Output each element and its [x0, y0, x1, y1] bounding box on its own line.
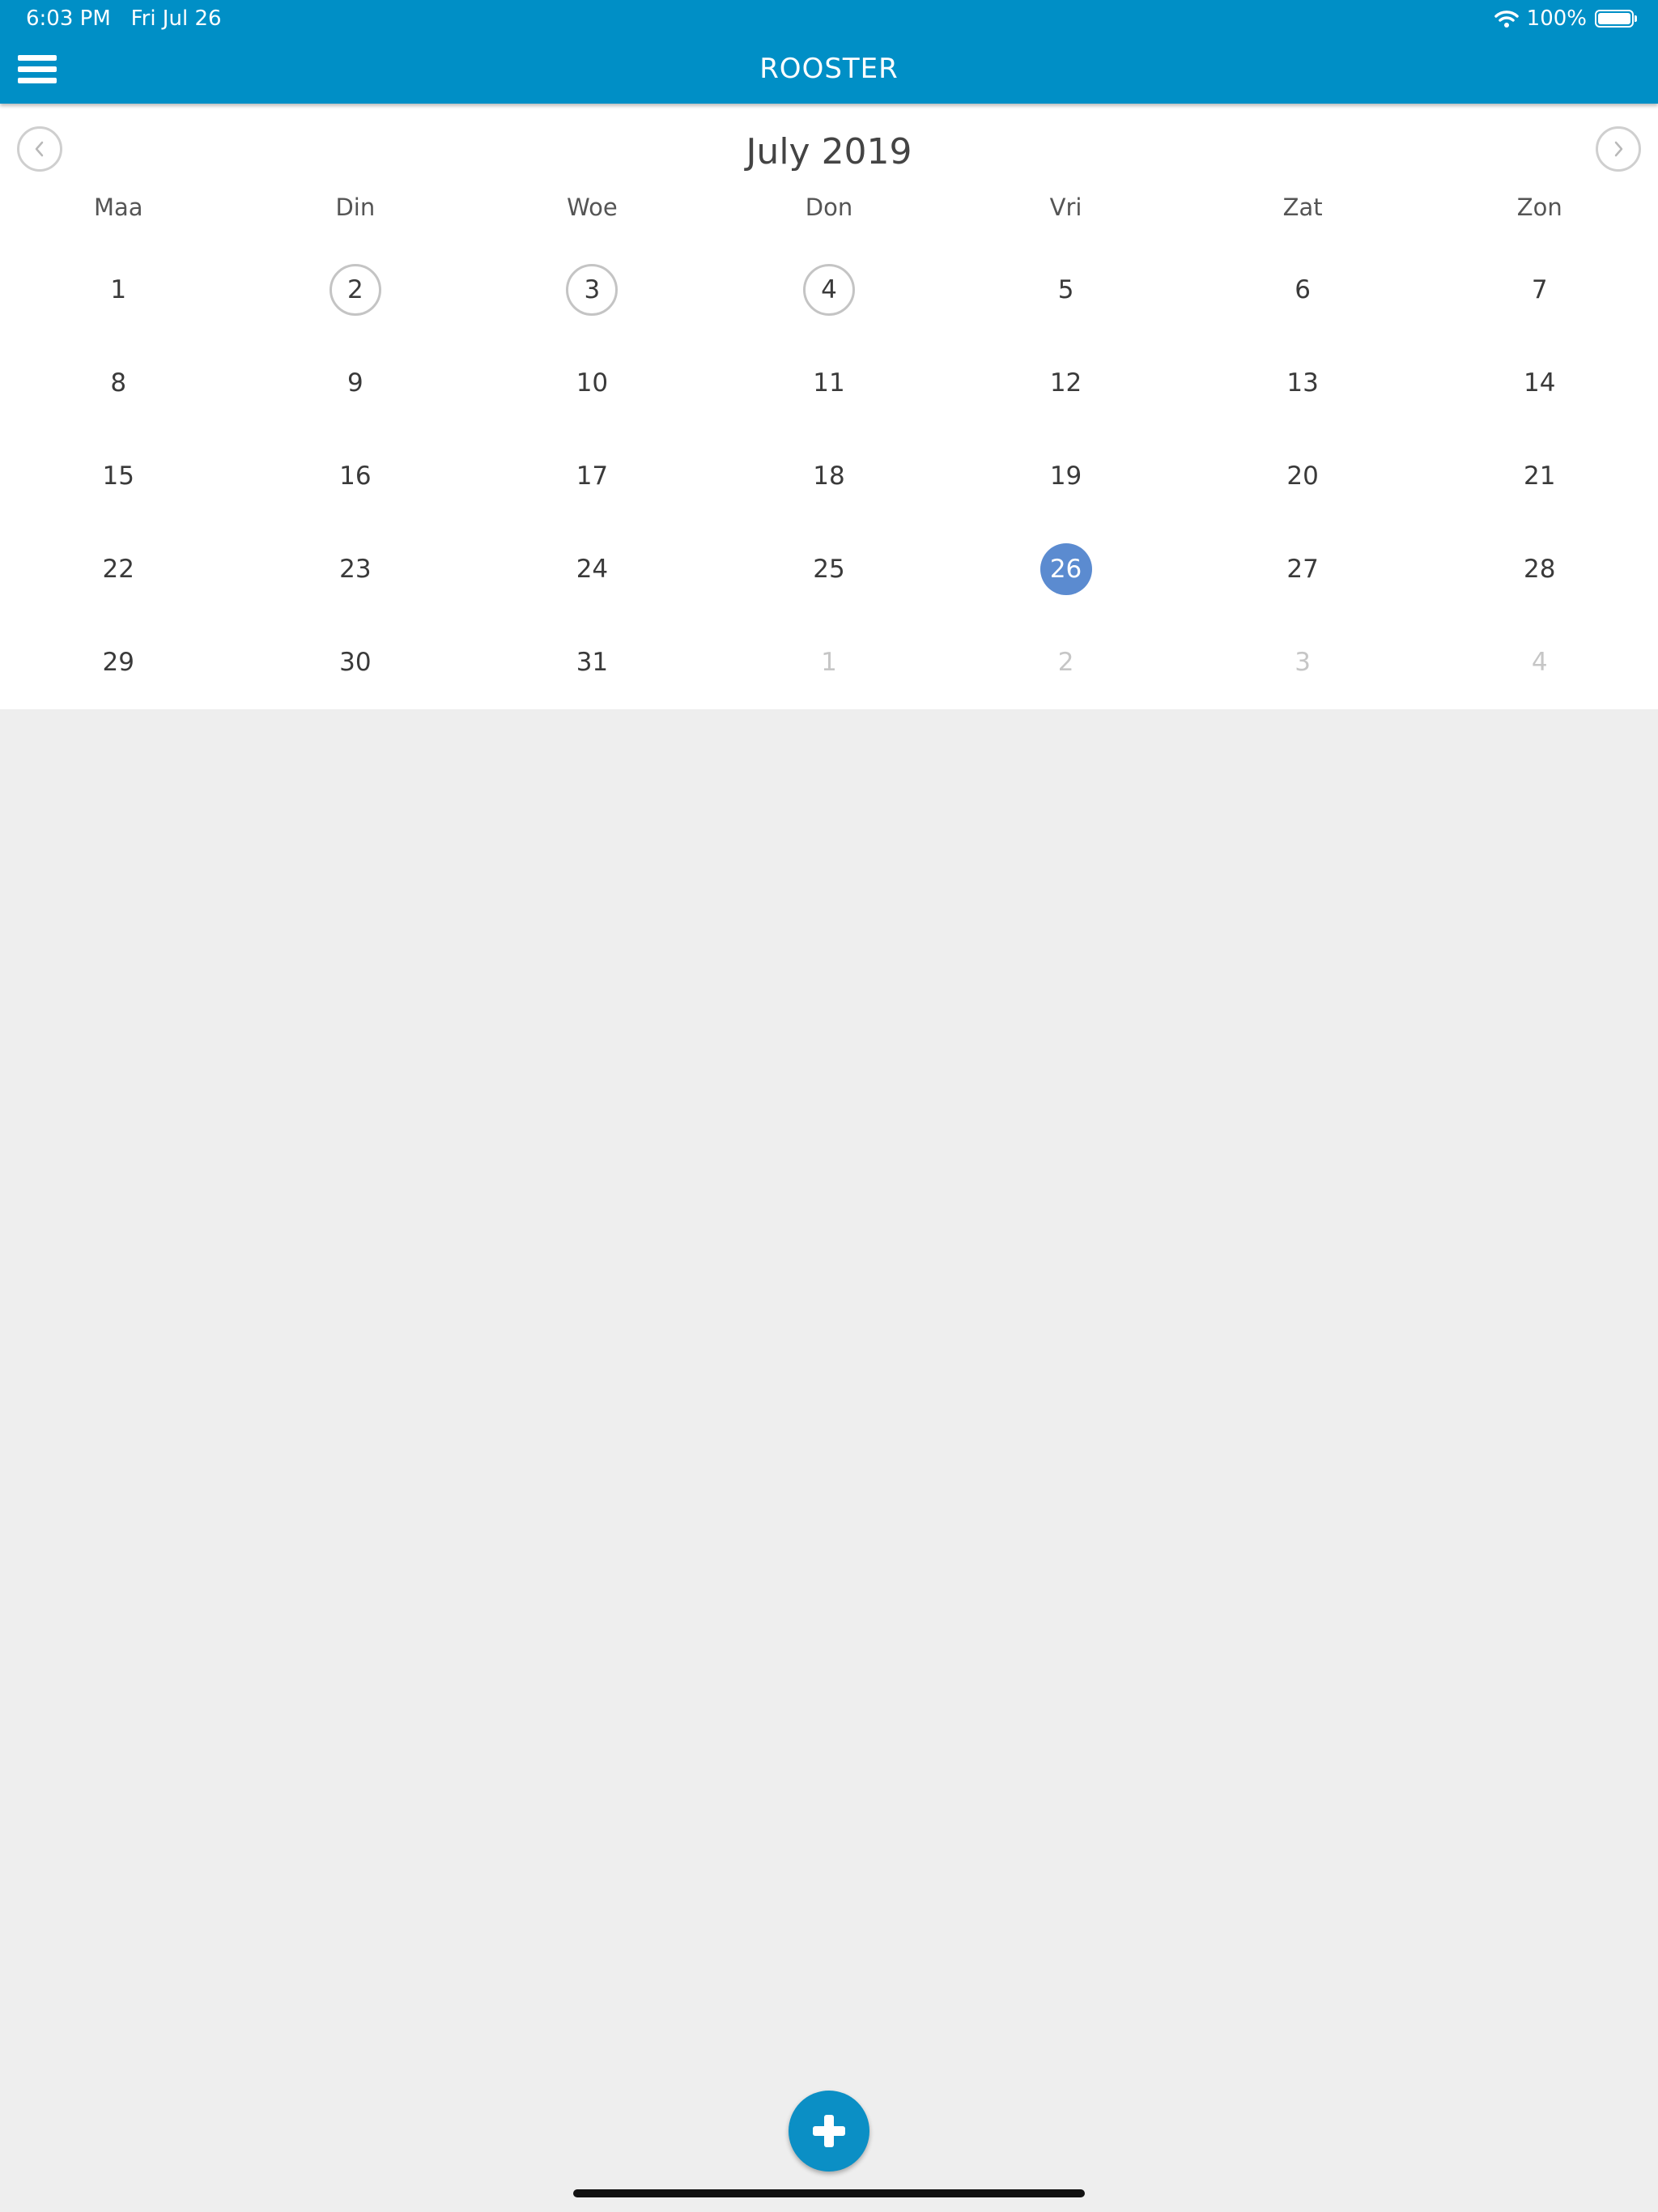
calendar-day-cell[interactable]: 27 — [1184, 522, 1422, 615]
calendar-day-cell[interactable]: 15 — [0, 429, 237, 522]
weekday-label: Vri — [1049, 194, 1082, 221]
calendar-day-cell[interactable]: 23 — [237, 522, 474, 615]
marked-day: 4 — [802, 263, 855, 316]
day-number: 19 — [1049, 461, 1082, 491]
calendar-day-cell[interactable]: 26 — [947, 522, 1184, 615]
selected-day: 26 — [1039, 542, 1092, 595]
calendar-day-cell[interactable]: 19 — [947, 429, 1184, 522]
calendar-day-cell[interactable]: 12 — [947, 336, 1184, 429]
calendar-day-cell[interactable]: 11 — [711, 336, 948, 429]
status-time: 6:03 PM — [26, 6, 111, 31]
calendar-day-cell[interactable]: 7 — [1421, 243, 1658, 336]
calendar-day-cell[interactable]: 20 — [1184, 429, 1422, 522]
calendar-day-cell[interactable]: 21 — [1421, 429, 1658, 522]
calendar-day-cell[interactable]: 24 — [474, 522, 711, 615]
calendar-day-cell[interactable]: 2 — [237, 243, 474, 336]
calendar-day-cell[interactable]: 4 — [1421, 615, 1658, 708]
page-title: ROOSTER — [759, 53, 899, 85]
weekday-label: Maa — [93, 194, 143, 221]
calendar-day-cell[interactable]: 4 — [711, 243, 948, 336]
weekday-label: Zon — [1516, 194, 1562, 221]
day-number: 3 — [1295, 647, 1311, 677]
day-number: 16 — [339, 461, 372, 491]
calendar-day-cell[interactable]: 14 — [1421, 336, 1658, 429]
calendar-day-cell[interactable]: 1 — [711, 615, 948, 708]
wifi-icon — [1494, 11, 1519, 28]
calendar-day-cell[interactable]: 8 — [0, 336, 237, 429]
calendar-day-cell[interactable]: 10 — [474, 336, 711, 429]
calendar-day-cell[interactable]: 3 — [1184, 615, 1422, 708]
day-number: 11 — [813, 368, 845, 398]
day-number: 15 — [102, 461, 134, 491]
chevron-right-icon — [1614, 141, 1623, 157]
next-month-button[interactable] — [1596, 126, 1641, 172]
day-number: 22 — [102, 554, 134, 584]
day-number: 30 — [339, 647, 372, 677]
day-number: 14 — [1523, 368, 1556, 398]
day-number: 31 — [576, 647, 609, 677]
day-number: 23 — [339, 554, 372, 584]
status-date: Fri Jul 26 — [130, 6, 222, 31]
day-number: 25 — [813, 554, 845, 584]
day-number: 20 — [1286, 461, 1319, 491]
calendar-days-grid: 1 2 3 4 5 6 7 8 9 10 11 12 13 14 15 16 17 18 19 20 21 22 23 24 2… — [0, 243, 1658, 708]
day-number: 1 — [110, 274, 127, 304]
status-bar-time: 6:03 PM Fri Jul 26 — [26, 5, 222, 32]
day-number: 27 — [1286, 554, 1319, 584]
calendar-day-cell[interactable]: 31 — [474, 615, 711, 708]
calendar-day-cell[interactable]: 1 — [0, 243, 237, 336]
day-number: 12 — [1049, 368, 1082, 398]
day-number: 2 — [1057, 647, 1074, 677]
app-header: 6:03 PM Fri Jul 26 100% ROOSTER — [0, 0, 1658, 104]
day-number: 6 — [1295, 274, 1311, 304]
calendar-day-cell[interactable]: 25 — [711, 522, 948, 615]
weekday-label: Din — [335, 194, 376, 221]
add-button[interactable] — [789, 2091, 869, 2172]
day-number: 29 — [102, 647, 134, 677]
weekday-header-row: Maa Din Woe Don Vri Zat Zon — [0, 191, 1658, 223]
calendar-day-cell[interactable]: 3 — [474, 243, 711, 336]
day-number: 8 — [110, 368, 127, 398]
day-number: 18 — [813, 461, 845, 491]
month-title: July 2019 — [746, 131, 912, 172]
day-number: 10 — [576, 368, 609, 398]
calendar-day-cell[interactable]: 2 — [947, 615, 1184, 708]
day-number: 28 — [1523, 554, 1556, 584]
day-number: 24 — [576, 554, 609, 584]
day-number: 7 — [1531, 274, 1548, 304]
calendar-day-cell[interactable]: 13 — [1184, 336, 1422, 429]
day-number: 13 — [1286, 368, 1319, 398]
day-number: 5 — [1057, 274, 1074, 304]
weekday-label: Woe — [567, 194, 618, 221]
calendar-day-cell[interactable]: 28 — [1421, 522, 1658, 615]
home-indicator — [573, 2189, 1085, 2197]
day-number: 9 — [346, 368, 363, 398]
day-number: 1 — [821, 647, 837, 677]
battery-icon — [1595, 10, 1637, 28]
calendar-day-cell[interactable]: 18 — [711, 429, 948, 522]
marked-day: 3 — [566, 263, 619, 316]
marked-day: 2 — [329, 263, 381, 316]
calendar-day-cell[interactable]: 6 — [1184, 243, 1422, 336]
battery-percent: 100% — [1526, 6, 1587, 31]
calendar-day-cell[interactable]: 22 — [0, 522, 237, 615]
battery-level-fill — [1598, 13, 1630, 24]
weekday-label: Zat — [1282, 194, 1323, 221]
calendar-day-cell[interactable]: 16 — [237, 429, 474, 522]
calendar: July 2019 Maa Din Woe Don Vri Zat Zon 12… — [0, 104, 1658, 709]
day-number: 21 — [1523, 461, 1556, 491]
calendar-day-cell[interactable]: 17 — [474, 429, 711, 522]
weekday-label: Don — [805, 194, 853, 221]
calendar-day-cell[interactable]: 30 — [237, 615, 474, 708]
calendar-day-cell[interactable]: 29 — [0, 615, 237, 708]
calendar-day-cell[interactable]: 9 — [237, 336, 474, 429]
status-bar-right: 100% — [1494, 5, 1637, 32]
day-number: 4 — [1531, 647, 1548, 677]
calendar-day-cell[interactable]: 5 — [947, 243, 1184, 336]
day-number: 17 — [576, 461, 609, 491]
